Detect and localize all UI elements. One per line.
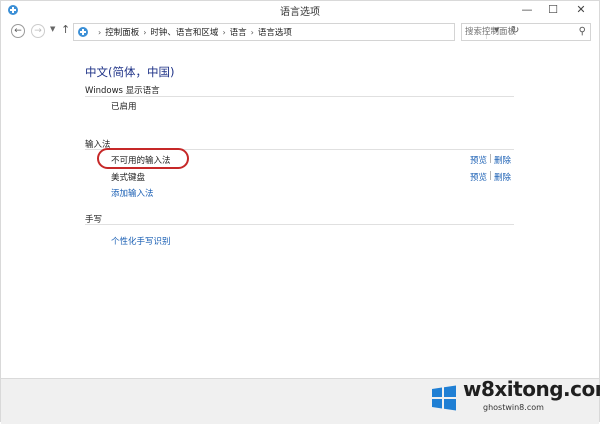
control-panel-icon xyxy=(78,27,88,37)
watermark-subtext: ghostwin8.com xyxy=(483,403,544,412)
remove-link[interactable]: 删除 xyxy=(494,171,511,183)
search-box[interactable]: ⚲ xyxy=(461,23,591,41)
forward-button[interactable]: → xyxy=(31,24,45,38)
highlight-annotation xyxy=(97,148,189,169)
back-button[interactable]: ← xyxy=(11,24,25,38)
display-language-label: Windows 显示语言 xyxy=(85,86,160,96)
section-divider xyxy=(85,224,514,225)
preview-link[interactable]: 预览 xyxy=(470,154,487,166)
windows-logo-icon xyxy=(432,385,456,411)
search-input[interactable] xyxy=(465,25,573,39)
personalize-handwriting-link[interactable]: 个性化手写识别 xyxy=(111,235,171,247)
chevron-right-icon[interactable]: › xyxy=(251,28,254,37)
search-icon[interactable]: ⚲ xyxy=(579,26,586,37)
title-bar: 语言选项 — ☐ ✕ xyxy=(1,1,599,19)
maximize-button[interactable]: ☐ xyxy=(541,1,565,18)
breadcrumb-language[interactable]: 语言 xyxy=(230,28,247,38)
link-separator: | xyxy=(489,171,492,181)
input-method-name: 美式键盘 xyxy=(111,173,146,183)
language-options-window: 语言选项 — ☐ ✕ ← → ▼ ↑ › 控制面板 › 时钟、语言和区域 › 语言 › 语言选… xyxy=(0,0,600,424)
minimize-button[interactable]: — xyxy=(515,1,539,18)
watermark-text: w8xitong.com xyxy=(463,377,600,401)
breadcrumb-language-options[interactable]: 语言选项 xyxy=(258,28,292,38)
display-language-status: 已启用 xyxy=(111,102,137,112)
language-title: 中文(简体，中国) xyxy=(85,65,175,79)
breadcrumb-clock-language-region[interactable]: 时钟、语言和区域 xyxy=(150,28,218,38)
navigation-bar: ← → ▼ ↑ ›控制面板›时钟、语言和区域›语言›语言选项 ▼ ↻ ⚲ xyxy=(1,21,599,45)
breadcrumb: › 控制面板 › 时钟、语言和区域 › 语言 › 语言选项 xyxy=(94,26,292,38)
close-button[interactable]: ✕ xyxy=(567,1,595,18)
remove-link[interactable]: 删除 xyxy=(494,154,511,166)
section-divider xyxy=(85,96,514,97)
add-input-method-link[interactable]: 添加输入法 xyxy=(111,187,154,199)
chevron-right-icon[interactable]: › xyxy=(98,28,101,37)
link-separator: | xyxy=(489,154,492,164)
chevron-right-icon[interactable]: › xyxy=(143,28,146,37)
window-title: 语言选项 xyxy=(280,7,320,18)
preview-link[interactable]: 预览 xyxy=(470,171,487,183)
address-bar[interactable]: › 控制面板 › 时钟、语言和区域 › 语言 › 语言选项 ▼ ↻ xyxy=(73,23,519,41)
recent-locations-dropdown-icon[interactable]: ▼ xyxy=(50,25,55,33)
chevron-right-icon[interactable]: › xyxy=(222,28,225,37)
breadcrumb-control-panel[interactable]: 控制面板 xyxy=(105,28,139,38)
up-button[interactable]: ↑ xyxy=(61,23,70,36)
